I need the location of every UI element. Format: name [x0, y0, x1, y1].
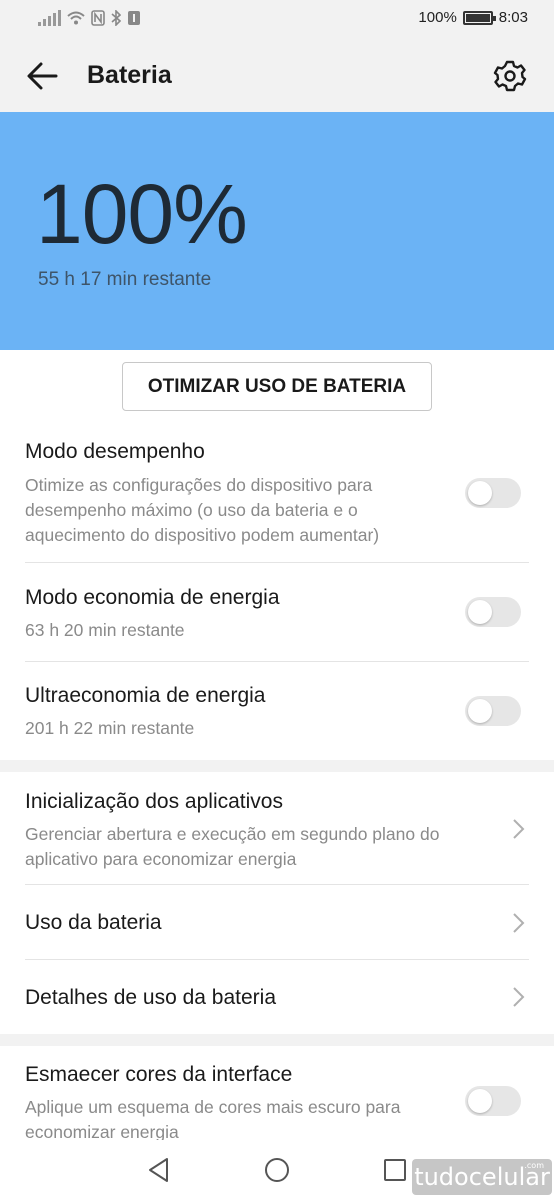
status-bar: 100% 8:03	[0, 0, 554, 38]
section-separator	[0, 760, 554, 772]
setting-ultra-power-saving[interactable]: Ultraeconomia de energia 201 h 22 min re…	[0, 662, 554, 760]
nfc-icon	[91, 10, 105, 26]
performance-mode-toggle[interactable]	[465, 478, 521, 508]
notification-icon	[128, 11, 140, 25]
nav-back-button[interactable]	[144, 1155, 174, 1185]
wifi-icon	[67, 11, 85, 25]
setting-title: Inicialização dos aplicativos	[25, 790, 283, 813]
watermark-logo: tudocelular .com	[412, 1159, 552, 1195]
battery-percent-text: 100%	[418, 9, 457, 26]
status-icons-right: 100% 8:03	[418, 9, 528, 26]
circle-home-icon	[265, 1158, 289, 1182]
setting-title: Modo economia de energia	[25, 586, 280, 609]
nav-home-button[interactable]	[262, 1155, 292, 1185]
setting-battery-usage[interactable]: Uso da bateria	[0, 885, 554, 959]
battery-remaining: 55 h 17 min restante	[38, 269, 212, 290]
page-title: Bateria	[87, 61, 172, 89]
dim-colors-toggle[interactable]	[465, 1086, 521, 1116]
setting-power-saving-mode[interactable]: Modo economia de energia 63 h 20 min res…	[0, 563, 554, 661]
chevron-right-icon	[513, 913, 525, 933]
setting-dim-interface-colors[interactable]: Esmaecer cores da interface Aplique um e…	[0, 1046, 554, 1140]
battery-percent: 100%	[36, 167, 248, 261]
setting-subtitle: Gerenciar abertura e execução em segundo…	[25, 824, 440, 869]
battery-icon	[462, 10, 496, 25]
setting-title: Modo desempenho	[25, 440, 205, 463]
status-icons-left	[38, 10, 141, 26]
bluetooth-icon	[111, 10, 121, 26]
settings-button[interactable]	[490, 56, 530, 96]
section-separator	[0, 1034, 554, 1046]
arrow-left-icon	[27, 62, 58, 90]
back-button[interactable]	[22, 56, 62, 96]
gear-icon	[493, 60, 527, 92]
setting-battery-usage-details[interactable]: Detalhes de uso da bateria	[0, 960, 554, 1034]
triangle-back-icon	[149, 1158, 168, 1182]
chevron-right-icon	[513, 987, 525, 1007]
setting-title: Detalhes de uso da bateria	[25, 986, 277, 1009]
setting-title: Esmaecer cores da interface	[25, 1063, 293, 1086]
setting-title: Ultraeconomia de energia	[25, 684, 266, 707]
setting-performance-mode[interactable]: Modo desempenho Otimize as configurações…	[0, 430, 554, 562]
signal-icon	[38, 10, 61, 26]
power-saving-toggle[interactable]	[465, 597, 521, 627]
setting-subtitle: 63 h 20 min restante	[25, 620, 185, 640]
ultra-power-saving-toggle[interactable]	[465, 696, 521, 726]
navigation-bar: tudocelular .com	[0, 1140, 554, 1200]
battery-hero: 100% 55 h 17 min restante	[0, 112, 554, 350]
nav-recents-button[interactable]	[380, 1155, 410, 1185]
square-recents-icon	[384, 1159, 406, 1181]
chevron-right-icon	[513, 819, 525, 839]
setting-title: Uso da bateria	[25, 911, 162, 934]
optimize-battery-button[interactable]: OTIMIZAR USO DE BATERIA	[122, 362, 432, 411]
setting-app-launch[interactable]: Inicialização dos aplicativos Gerenciar …	[0, 772, 554, 884]
setting-subtitle: Aplique um esquema de cores mais escuro …	[25, 1097, 401, 1140]
setting-subtitle: Otimize as configurações do dispositivo …	[25, 475, 380, 545]
app-bar: Bateria	[0, 38, 554, 112]
clock: 8:03	[498, 9, 528, 26]
watermark-suffix: .com	[524, 1161, 544, 1170]
setting-subtitle: 201 h 22 min restante	[25, 718, 195, 738]
